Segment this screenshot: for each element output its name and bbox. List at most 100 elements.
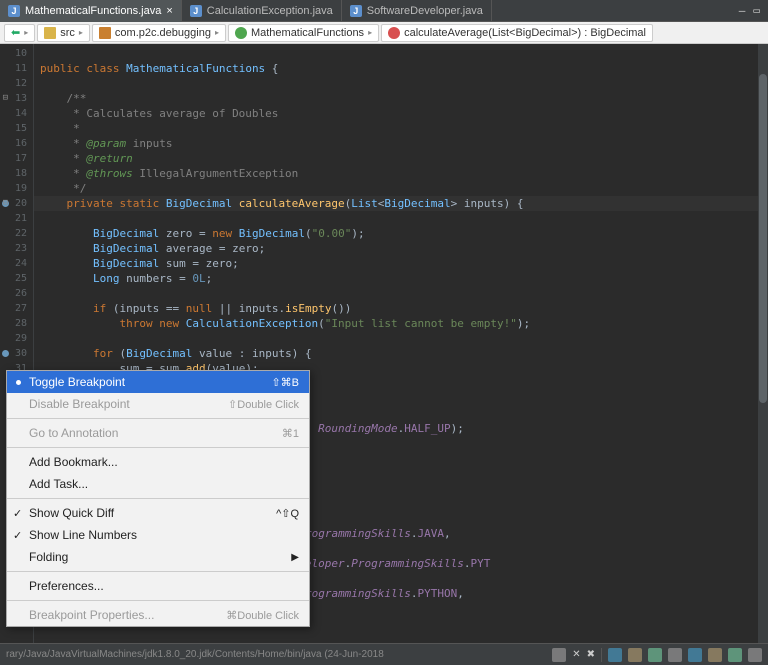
menu-separator xyxy=(7,447,309,448)
gutter-line[interactable]: 18 xyxy=(0,166,27,181)
menu-item-show-quick-diff[interactable]: ✓Show Quick Diff^⇧Q xyxy=(7,502,309,524)
menu-separator xyxy=(7,418,309,419)
menu-item-label: Add Bookmark... xyxy=(29,455,118,469)
gutter-line[interactable]: 25 xyxy=(0,271,27,286)
breadcrumb-class[interactable]: MathematicalFunctions ▸ xyxy=(228,24,379,42)
tab-calcexception[interactable]: J CalculationException.java xyxy=(182,0,342,22)
gutter-line[interactable]: 16 xyxy=(0,136,27,151)
menu-shortcut: ⇧⌘B xyxy=(271,376,299,389)
status-close-icon[interactable]: ✕ xyxy=(572,649,580,660)
code-line[interactable]: * Calculates average of Doubles xyxy=(40,106,768,121)
code-line[interactable]: BigDecimal sum = zero; xyxy=(40,256,768,271)
code-line[interactable]: /** xyxy=(40,91,768,106)
code-line[interactable]: for (BigDecimal value : inputs) { xyxy=(40,346,768,361)
code-line[interactable] xyxy=(40,211,768,226)
status-clear-icon[interactable]: ✖ xyxy=(587,649,595,660)
vertical-scrollbar[interactable] xyxy=(758,44,768,643)
fold-toggle-icon[interactable]: ⊟ xyxy=(0,199,8,208)
gutter-line[interactable]: 11 xyxy=(0,61,27,76)
code-line[interactable]: */ xyxy=(40,181,768,196)
gutter-line[interactable]: 24 xyxy=(0,256,27,271)
code-line[interactable]: * xyxy=(40,121,768,136)
java-file-icon: J xyxy=(8,5,20,17)
menu-item-label: Breakpoint Properties... xyxy=(29,608,154,622)
breadcrumb-label: com.p2c.debugging xyxy=(115,27,211,39)
gutter-line[interactable]: 13⊟ xyxy=(0,91,27,106)
gutter-line[interactable]: 21 xyxy=(0,211,27,226)
code-line[interactable]: throw new CalculationException("Input li… xyxy=(40,316,768,331)
code-line[interactable]: BigDecimal zero = new BigDecimal("0.00")… xyxy=(40,226,768,241)
code-line[interactable]: if (inputs == null || inputs.isEmpty()) xyxy=(40,301,768,316)
status-remove-icon[interactable] xyxy=(552,648,566,662)
breadcrumb-method[interactable]: calculateAverage(List<BigDecimal>) : Big… xyxy=(381,24,653,42)
breadcrumb-package[interactable]: com.p2c.debugging ▸ xyxy=(92,24,226,42)
code-line[interactable] xyxy=(40,286,768,301)
status-tool-icon[interactable] xyxy=(668,648,682,662)
code-line[interactable] xyxy=(40,331,768,346)
menu-item-add-task[interactable]: Add Task... xyxy=(7,473,309,495)
package-icon xyxy=(99,27,111,39)
maximize-icon[interactable]: ▭ xyxy=(753,4,760,17)
tab-label: CalculationException.java xyxy=(207,5,333,17)
gutter-line[interactable]: 15 xyxy=(0,121,27,136)
gutter-line[interactable]: 19 xyxy=(0,181,27,196)
status-tool-icon[interactable] xyxy=(748,648,762,662)
gutter-line[interactable]: 28 xyxy=(0,316,27,331)
code-line[interactable]: * @param inputs xyxy=(40,136,768,151)
status-tool-icon[interactable] xyxy=(688,648,702,662)
menu-separator xyxy=(7,600,309,601)
gutter-line[interactable]: 17 xyxy=(0,151,27,166)
gutter-line[interactable]: 23 xyxy=(0,241,27,256)
gutter-line[interactable]: 22 xyxy=(0,226,27,241)
code-line[interactable]: * @throws IllegalArgumentException xyxy=(40,166,768,181)
status-tool-icon[interactable] xyxy=(648,648,662,662)
menu-item-label: Show Line Numbers xyxy=(29,528,137,542)
gutter-line[interactable]: 12 xyxy=(0,76,27,91)
java-file-icon: J xyxy=(350,5,362,17)
menu-item-preferences[interactable]: Preferences... xyxy=(7,575,309,597)
menu-item-show-line-numbers[interactable]: ✓ Show Line Numbers xyxy=(7,524,309,546)
scrollbar-thumb[interactable] xyxy=(759,74,767,403)
fold-toggle-icon[interactable]: ⊟ xyxy=(0,94,8,103)
minimize-icon[interactable]: — xyxy=(739,4,746,17)
menu-shortcut: ^⇧Q xyxy=(276,507,299,520)
breadcrumb-label: calculateAverage(List<BigDecimal>) : Big… xyxy=(404,27,646,39)
gutter-context-menu: Toggle Breakpoint ⇧⌘B Disable Breakpoint⇧D… xyxy=(6,370,310,627)
code-line[interactable] xyxy=(40,76,768,91)
gutter-line[interactable]: 29 xyxy=(0,331,27,346)
menu-item-label: Toggle Breakpoint xyxy=(29,375,125,389)
gutter-line[interactable]: 27 xyxy=(0,301,27,316)
java-file-icon: J xyxy=(190,5,202,17)
code-line[interactable]: public class MathematicalFunctions { xyxy=(40,61,768,76)
gutter-line[interactable]: 14 xyxy=(0,106,27,121)
breadcrumb-src[interactable]: src ▸ xyxy=(37,24,90,42)
gutter-line[interactable]: 20⊟ xyxy=(0,196,27,211)
code-line[interactable]: private static BigDecimal calculateAvera… xyxy=(34,196,768,211)
tab-mathfunctions[interactable]: J MathematicalFunctions.java × xyxy=(0,0,182,22)
checkmark-icon: ✓ xyxy=(13,529,22,542)
gutter-line[interactable]: 30 xyxy=(0,346,27,361)
status-tool-icon[interactable] xyxy=(728,648,742,662)
status-tool-icon[interactable] xyxy=(628,648,642,662)
menu-item-disable-breakpoint: Disable Breakpoint⇧Double Click xyxy=(7,393,309,415)
gutter-line[interactable]: 26 xyxy=(0,286,27,301)
menu-shortcut: ⇧Double Click xyxy=(228,398,299,411)
code-line[interactable] xyxy=(40,46,768,61)
status-tool-icon[interactable] xyxy=(708,648,722,662)
close-icon[interactable]: × xyxy=(166,5,172,17)
code-line[interactable]: Long numbers = 0L; xyxy=(40,271,768,286)
breadcrumb-nav-back[interactable]: ⬅ ▸ xyxy=(4,24,35,42)
menu-item-folding[interactable]: Folding▶ xyxy=(7,546,309,568)
tab-label: SoftwareDeveloper.java xyxy=(367,5,483,17)
code-line[interactable]: BigDecimal average = zero; xyxy=(40,241,768,256)
gutter-line[interactable]: 10 xyxy=(0,46,27,61)
status-tool-icon[interactable] xyxy=(608,648,622,662)
menu-item-toggle-breakpoint[interactable]: Toggle Breakpoint ⇧⌘B xyxy=(7,371,309,393)
breakpoint-marker-icon[interactable] xyxy=(2,350,9,357)
menu-item-add-bookmark[interactable]: Add Bookmark... xyxy=(7,451,309,473)
menu-item-label: Go to Annotation xyxy=(29,426,118,440)
menu-shortcut: ⌘1 xyxy=(282,427,299,440)
code-line[interactable]: * @return xyxy=(40,151,768,166)
tab-softwaredev[interactable]: J SoftwareDeveloper.java xyxy=(342,0,492,22)
breadcrumb-label: src xyxy=(60,27,75,39)
